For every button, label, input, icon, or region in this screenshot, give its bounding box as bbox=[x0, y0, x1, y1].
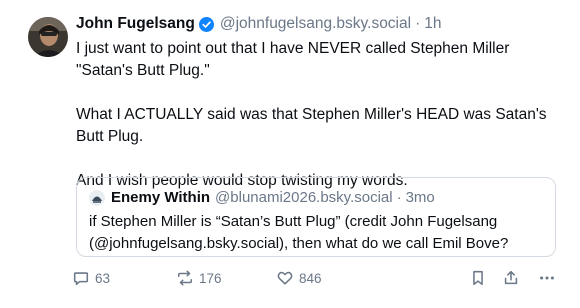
post: John Fugelsang @johnfugelsang.bsky.socia… bbox=[0, 0, 580, 308]
post-actions: 63 176 846 bbox=[72, 266, 560, 290]
timestamp[interactable]: 1h bbox=[424, 14, 441, 34]
repost-count: 176 bbox=[199, 270, 222, 286]
post-paragraph: What I ACTUALLY said was that Stephen Mi… bbox=[76, 106, 547, 145]
repost-button[interactable]: 176 bbox=[176, 266, 222, 290]
reply-icon bbox=[72, 269, 90, 287]
bookmark-icon bbox=[469, 269, 487, 287]
avatar-image bbox=[28, 17, 68, 57]
more-options-button[interactable] bbox=[538, 266, 556, 290]
share-icon bbox=[502, 269, 520, 287]
separator-dot: · bbox=[415, 15, 421, 32]
like-button[interactable]: 846 bbox=[276, 266, 322, 290]
bookmark-button[interactable] bbox=[469, 266, 487, 290]
display-name[interactable]: John Fugelsang bbox=[76, 14, 195, 34]
post-header: John Fugelsang @johnfugelsang.bsky.socia… bbox=[76, 14, 570, 34]
reply-button[interactable]: 63 bbox=[72, 266, 110, 290]
share-button[interactable] bbox=[502, 266, 520, 290]
quoted-display-name: Enemy Within bbox=[111, 189, 211, 206]
verified-check-icon bbox=[198, 16, 214, 32]
post-paragraph: I just want to point out that I have NEV… bbox=[76, 40, 510, 79]
quoted-avatar bbox=[89, 190, 105, 206]
quoted-post[interactable]: Enemy Within @blunami2026.bsky.social · … bbox=[76, 177, 556, 257]
quoted-handle: @blunami2026.bsky.social bbox=[215, 189, 393, 206]
like-count: 846 bbox=[299, 270, 322, 286]
quoted-post-text: if Stephen Miller is “Satan’s Butt Plug”… bbox=[89, 213, 509, 252]
reply-count: 63 bbox=[95, 270, 111, 286]
avatar[interactable] bbox=[28, 17, 68, 57]
more-icon bbox=[538, 269, 556, 287]
separator-dot: · bbox=[396, 189, 402, 206]
post-text: I just want to point out that I have NEV… bbox=[76, 38, 570, 192]
quoted-post-header: Enemy Within @blunami2026.bsky.social · … bbox=[89, 188, 543, 208]
like-icon bbox=[276, 269, 294, 287]
post-content: John Fugelsang @johnfugelsang.bsky.socia… bbox=[76, 14, 570, 192]
quoted-timestamp: 3mo bbox=[405, 189, 435, 206]
handle[interactable]: @johnfugelsang.bsky.social bbox=[220, 14, 411, 34]
repost-icon bbox=[176, 269, 194, 287]
